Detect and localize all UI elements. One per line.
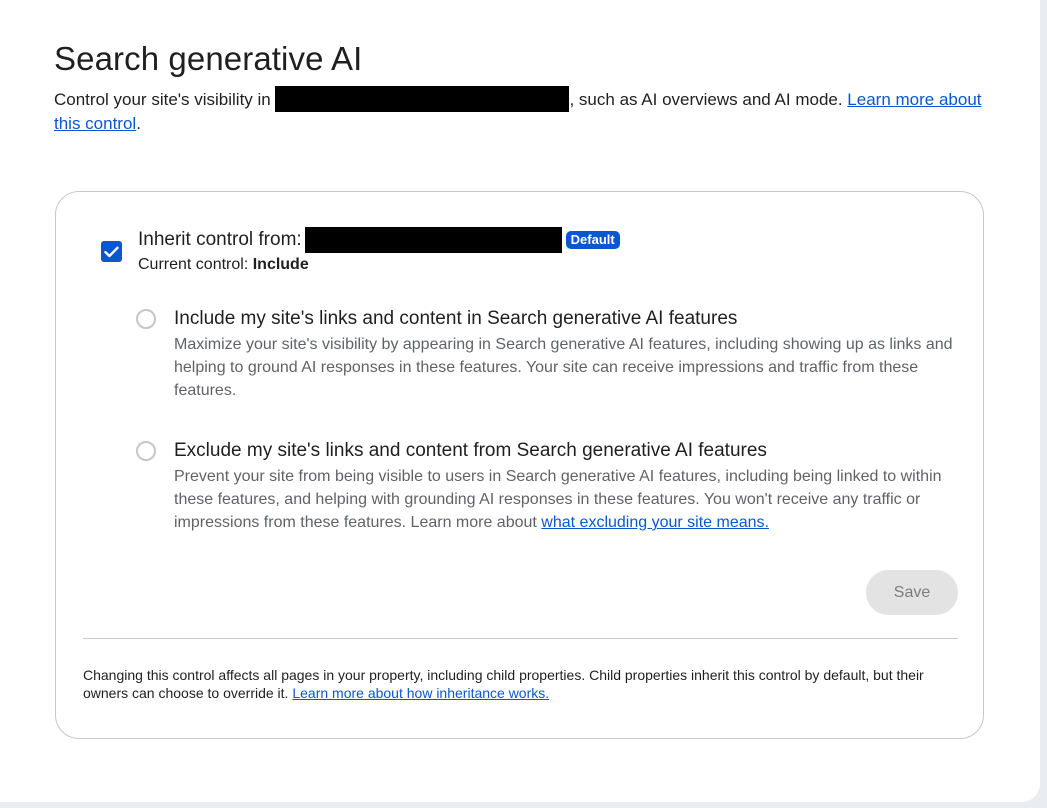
include-option-description: Maximize your site's visibility by appea… bbox=[174, 336, 953, 399]
page: Search generative AI Control your site's… bbox=[0, 0, 1040, 802]
exclude-radio[interactable] bbox=[136, 441, 156, 461]
inherit-label: Inherit control from: bbox=[138, 229, 302, 250]
intro-text-end: . bbox=[136, 113, 141, 133]
inheritance-learn-more-link[interactable]: Learn more about how inheritance works. bbox=[292, 685, 549, 701]
current-control: Current control: Include bbox=[138, 256, 309, 274]
excluding-site-link[interactable]: what excluding your site means. bbox=[541, 514, 769, 531]
intro-text-start: Control your site's visibility in bbox=[54, 90, 276, 109]
inherit-control-row: Inherit control from: Default bbox=[138, 226, 620, 254]
page-title: Search generative AI bbox=[54, 40, 363, 77]
current-control-value: Include bbox=[252, 256, 309, 273]
footer-note: Changing this control affects all pages … bbox=[83, 666, 963, 702]
inherit-checkbox[interactable] bbox=[101, 241, 122, 262]
redacted-property-name bbox=[275, 85, 570, 112]
check-icon bbox=[104, 246, 119, 257]
exclude-option-description: Prevent your site from being visible to … bbox=[174, 465, 954, 534]
default-badge: Default bbox=[565, 231, 620, 249]
include-radio[interactable] bbox=[136, 309, 156, 329]
current-control-label: Current control: bbox=[138, 256, 253, 273]
include-option-title[interactable]: Include my site's links and content in S… bbox=[174, 308, 737, 330]
intro-text: Control your site's visibility in , such… bbox=[54, 85, 994, 135]
exclude-option-title[interactable]: Exclude my site's links and content from… bbox=[174, 440, 767, 462]
save-button[interactable]: Save bbox=[866, 570, 958, 615]
redacted-parent-property bbox=[304, 227, 562, 253]
divider bbox=[83, 638, 958, 639]
control-card: Inherit control from: Default Current co… bbox=[55, 191, 984, 739]
intro-text-middle: , such as AI overviews and AI mode. bbox=[569, 90, 848, 109]
